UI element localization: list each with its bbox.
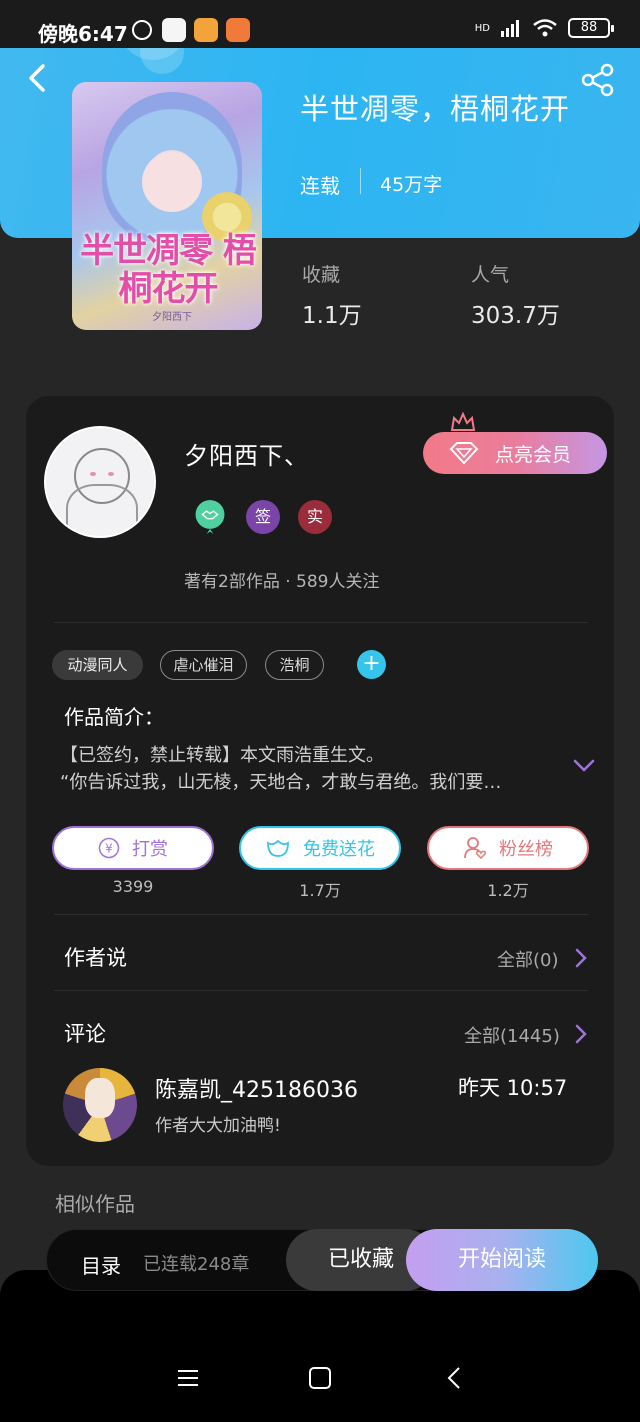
back-arrow-icon[interactable] bbox=[22, 62, 54, 94]
status-bar: 傍晚6:47 HD 88 bbox=[0, 0, 640, 48]
avatar-art bbox=[85, 1078, 115, 1118]
chapter-count[interactable]: 已连载248章 bbox=[143, 1250, 249, 1276]
similar-works-title: 相似作品 bbox=[55, 1192, 135, 1216]
author-name[interactable]: 夕阳西下、 bbox=[184, 436, 309, 471]
intro-title: 作品简介： bbox=[64, 705, 164, 729]
intro-line: “你告诉过我，山无棱，天地合，才敢与君绝。我们要… bbox=[60, 772, 502, 793]
status-indicators: HD 88 bbox=[474, 18, 614, 38]
fans-ranking-label: 粉丝榜 bbox=[499, 839, 553, 860]
fans-count: 1.2万 bbox=[487, 881, 529, 900]
author-meta: 著有2部作品 · 589人关注 bbox=[184, 572, 380, 592]
back-icon[interactable] bbox=[443, 1366, 467, 1390]
commenter-name[interactable]: 陈嘉凯_425186036 bbox=[155, 1072, 358, 1104]
network-label: HD bbox=[474, 22, 490, 34]
add-tag-button[interactable]: + bbox=[357, 650, 386, 679]
reward-button[interactable]: ¥ 打赏 bbox=[52, 826, 214, 870]
favorites-value: 1.1万 bbox=[302, 303, 362, 329]
favorites-label: 收藏 bbox=[302, 264, 341, 286]
send-flower-button[interactable]: 免费送花 bbox=[239, 826, 401, 870]
commenter-avatar[interactable] bbox=[63, 1068, 137, 1142]
book-word-count: 45万字 bbox=[380, 174, 443, 196]
mi-store-icon bbox=[226, 18, 250, 42]
comments-title: 评论 bbox=[64, 1022, 106, 1046]
yen-coin-icon: ¥ bbox=[98, 837, 120, 859]
vip-button[interactable]: 点亮会员 bbox=[423, 432, 607, 474]
menu-icon[interactable] bbox=[176, 1366, 200, 1390]
reward-label: 打赏 bbox=[132, 839, 168, 860]
popularity-label: 人气 bbox=[471, 264, 510, 286]
tag-chip[interactable]: 动漫同人 bbox=[52, 650, 143, 680]
svg-text:¥: ¥ bbox=[105, 842, 113, 856]
comments-link[interactable]: 全部(1445) bbox=[464, 1022, 560, 1048]
chevron-right-icon[interactable] bbox=[574, 1024, 588, 1044]
reward-count: 3399 bbox=[112, 877, 154, 896]
book-status: 连载 bbox=[300, 174, 340, 198]
flower-count: 1.7万 bbox=[299, 881, 341, 900]
start-reading-button[interactable]: 开始阅读 bbox=[406, 1229, 598, 1291]
popularity-value: 303.7万 bbox=[471, 303, 560, 329]
cover-author: 夕阳西下 bbox=[152, 312, 192, 323]
vip-button-label: 点亮会员 bbox=[494, 443, 571, 466]
verified-badge: 实 bbox=[298, 500, 332, 534]
intro-line: 【已签约，禁止转载】本文雨浩重生文。 bbox=[60, 745, 384, 766]
chevron-right-icon[interactable] bbox=[574, 948, 588, 968]
comment-time: 昨天 10:57 bbox=[458, 1076, 568, 1100]
chevron-down-icon[interactable] bbox=[572, 757, 596, 775]
comment-text[interactable]: 作者大大加油鸭! bbox=[155, 1111, 281, 1136]
user-heart-icon bbox=[464, 837, 487, 860]
home-icon[interactable] bbox=[308, 1366, 332, 1390]
divider bbox=[54, 990, 588, 991]
book-cover[interactable]: 半世凋零 梧桐花开 夕阳西下 bbox=[72, 82, 262, 330]
bottom-panel bbox=[0, 1270, 640, 1422]
signed-badge: 签 bbox=[246, 500, 280, 534]
tag-chip[interactable]: 浩桐 bbox=[265, 650, 324, 680]
notes-icon bbox=[194, 18, 218, 42]
avatar-sketch bbox=[108, 472, 114, 476]
send-flower-label: 免费送花 bbox=[303, 839, 375, 860]
author-says-title: 作者说 bbox=[64, 946, 127, 970]
author-says-link[interactable]: 全部(0) bbox=[497, 946, 559, 972]
alarm-icon bbox=[132, 20, 152, 40]
cover-title: 半世凋零 梧桐花开 bbox=[80, 231, 257, 309]
fans-ranking-button[interactable]: 粉丝榜 bbox=[427, 826, 589, 870]
author-avatar[interactable] bbox=[44, 426, 156, 538]
diamond-icon bbox=[449, 442, 479, 465]
handshake-badge-icon bbox=[195, 500, 225, 534]
avatar-sketch bbox=[66, 484, 138, 536]
cover-art-face bbox=[142, 152, 202, 212]
divider bbox=[54, 914, 588, 915]
share-icon[interactable] bbox=[580, 62, 616, 98]
book-title: 半世凋零，梧桐花开 bbox=[300, 92, 571, 126]
qq-icon bbox=[162, 18, 186, 42]
divider bbox=[54, 622, 588, 623]
status-time: 傍晚6:47 bbox=[38, 22, 128, 46]
toc-button[interactable]: 目录 bbox=[81, 1250, 121, 1279]
tag-chip[interactable]: 虐心催泪 bbox=[160, 650, 247, 680]
wifi-icon bbox=[533, 19, 557, 37]
crown-icon bbox=[450, 412, 476, 431]
signal-icon bbox=[501, 20, 519, 37]
avatar-sketch bbox=[90, 472, 96, 476]
divider bbox=[360, 168, 361, 194]
battery-indicator: 88 bbox=[568, 18, 614, 38]
flower-icon bbox=[267, 839, 289, 857]
